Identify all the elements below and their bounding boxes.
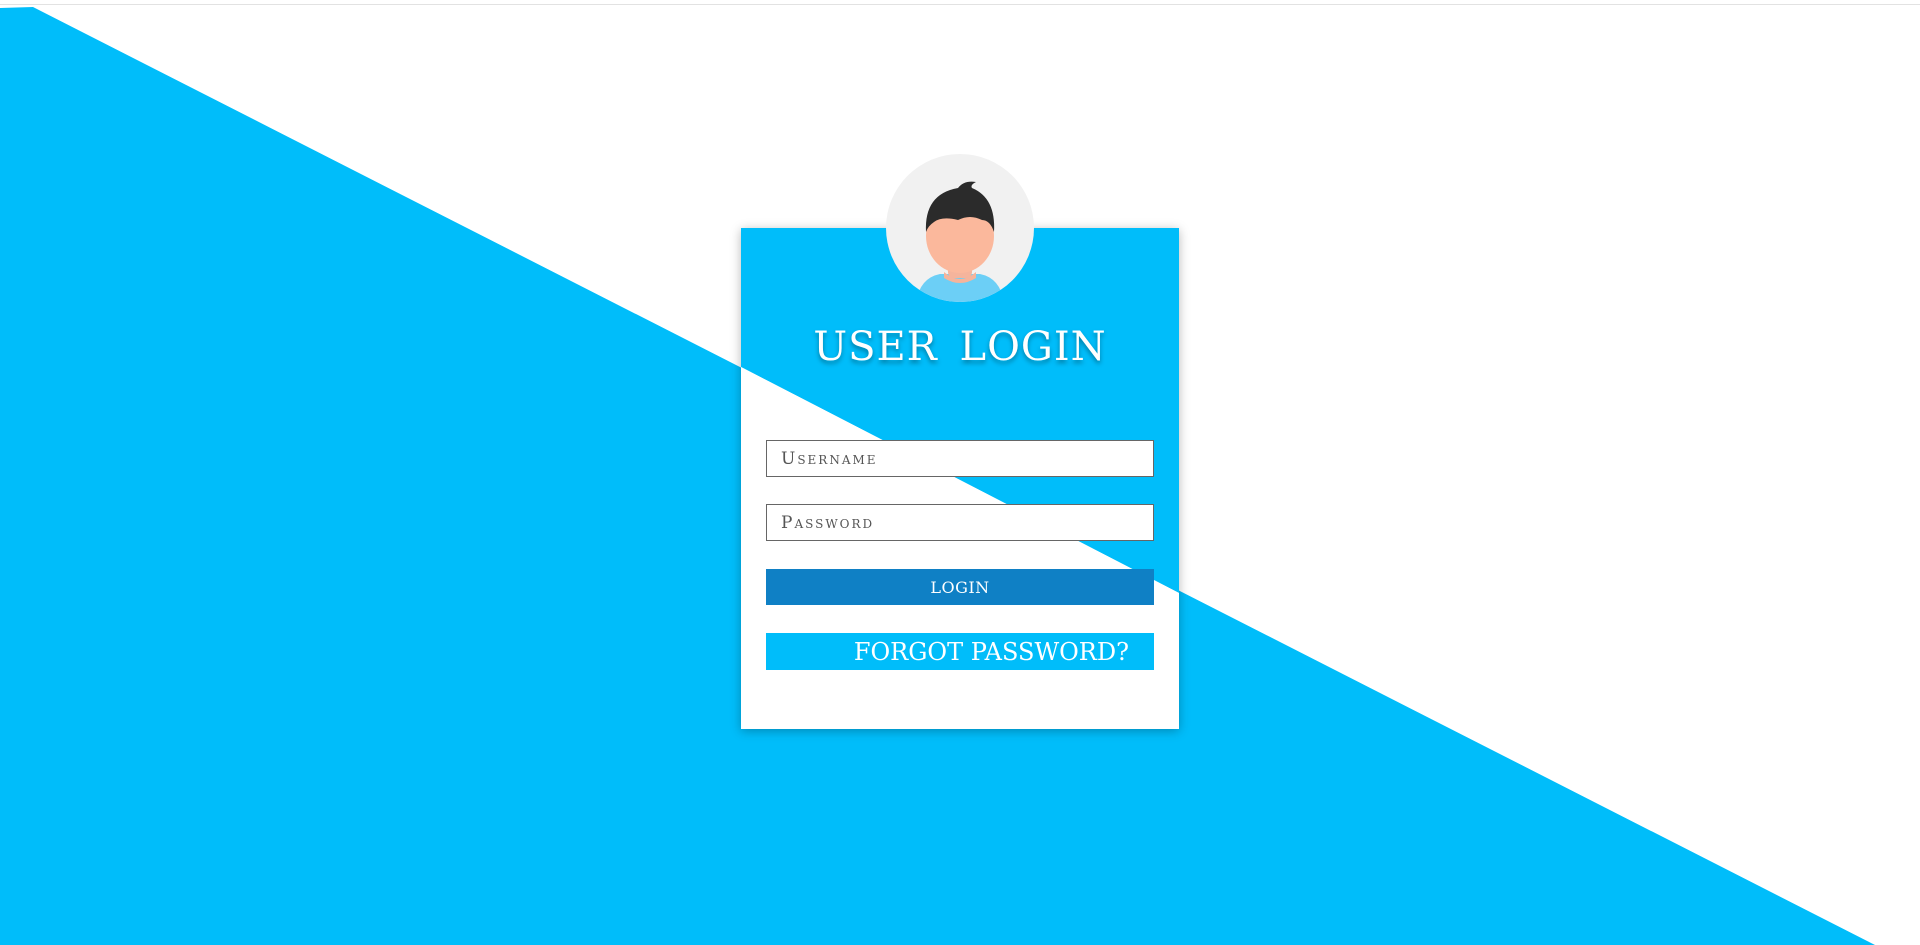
login-card: USER LOGIN LOGIN FORGOT PASSWORD?: [741, 154, 1179, 729]
user-avatar-icon: [886, 154, 1034, 302]
login-button[interactable]: LOGIN: [766, 569, 1154, 605]
forgot-password-button[interactable]: FORGOT PASSWORD?: [766, 633, 1154, 670]
login-page: USER LOGIN LOGIN FORGOT PASSWORD?: [0, 0, 1920, 945]
page-title: USER LOGIN: [813, 324, 1107, 370]
password-input[interactable]: [766, 504, 1154, 541]
username-input[interactable]: [766, 440, 1154, 477]
